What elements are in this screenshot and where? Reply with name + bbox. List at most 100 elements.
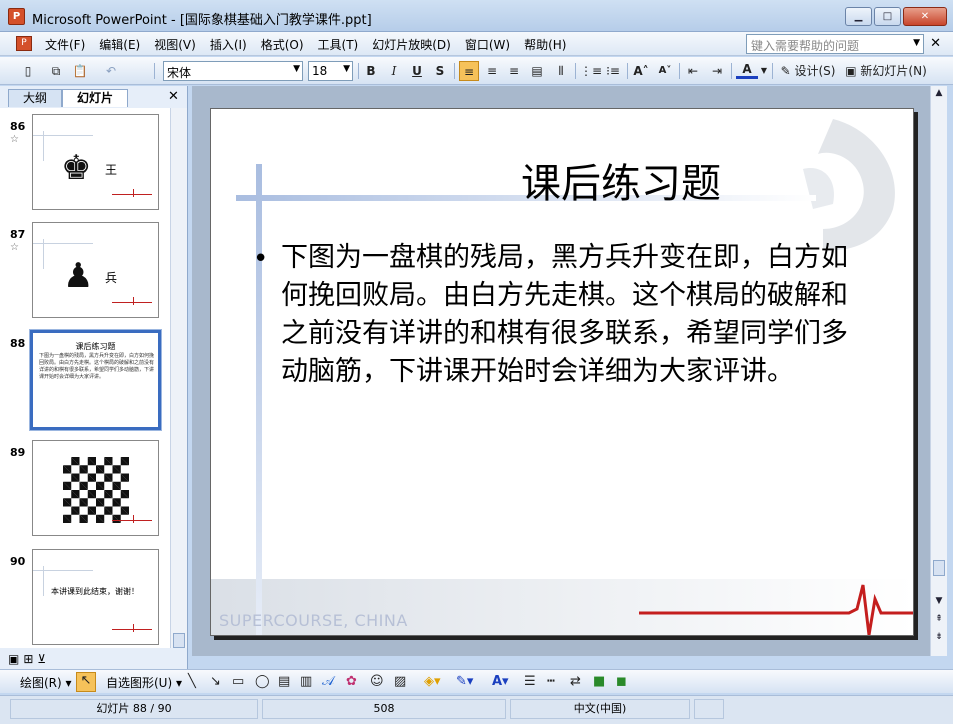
vertical-text-button[interactable]: ⫴ xyxy=(552,61,570,81)
slide-number: 87 xyxy=(10,228,26,241)
scroll-down-icon[interactable]: ▼ xyxy=(933,596,945,606)
menu-insert[interactable]: 插入(I) xyxy=(203,36,254,53)
tab-slides[interactable]: 幻灯片 xyxy=(62,89,129,107)
undo-icon[interactable]: ↶ xyxy=(103,61,119,81)
slides-pane: 大纲 幻灯片 ✕ 86 ☆ ♚ 王 87 ☆ ♟ 兵 88 课后练习题 下图为一… xyxy=(0,86,188,669)
close-button[interactable]: ✕ xyxy=(903,7,947,26)
chevron-down-icon[interactable]: ▼ xyxy=(913,38,920,48)
increase-indent-icon[interactable]: ⇥ xyxy=(708,61,726,81)
new-slide-button[interactable]: ▣ 新幻灯片(N) xyxy=(842,61,930,81)
wordart-icon[interactable]: 𝒜 xyxy=(322,674,334,689)
autoshapes-button[interactable]: 自选图形(U) ▾ xyxy=(106,674,182,691)
menu-tools[interactable]: 工具(T) xyxy=(311,36,366,53)
align-center-button[interactable]: ≡ xyxy=(483,61,501,81)
slide-number: 88 xyxy=(10,337,26,350)
menu-help[interactable]: 帮助(H) xyxy=(517,36,573,53)
slide-thumbnail-88[interactable]: 课后练习题 下图为一盘棋的残局，黑方兵升变在即，白方如何挽回败局。由白方先走棋。… xyxy=(29,329,162,431)
new-icon[interactable]: ▯ xyxy=(20,61,36,81)
vertical-textbox-icon[interactable]: ▥ xyxy=(300,674,312,689)
powerpoint-icon[interactable]: P xyxy=(8,8,25,25)
textbox-icon[interactable]: ▤ xyxy=(278,674,290,689)
slide-position-status: 幻灯片 88 / 90 xyxy=(10,699,258,719)
scroll-thumb[interactable] xyxy=(173,633,185,648)
status-spacer xyxy=(694,699,724,719)
minimize-button[interactable]: ▁ xyxy=(845,7,872,26)
document-icon[interactable]: P xyxy=(16,36,32,51)
slide-mini-title: 课后练习题 xyxy=(75,342,116,351)
slide-thumbnail-87[interactable]: ♟ 兵 xyxy=(32,222,159,318)
decrease-indent-icon[interactable]: ⇤ xyxy=(684,61,702,81)
diagram-icon[interactable]: ✿ xyxy=(346,674,357,689)
slideshow-view-icon[interactable]: ⊻ xyxy=(37,652,46,666)
draw-menu-button[interactable]: 绘图(R) ▾ xyxy=(20,674,72,691)
tab-outline[interactable]: 大纲 xyxy=(8,89,63,107)
menu-format[interactable]: 格式(O) xyxy=(254,36,311,53)
thumbnail-scrollbar[interactable] xyxy=(170,108,187,648)
slide-label: 兵 xyxy=(105,271,118,285)
line-color-icon[interactable]: ✎▾ xyxy=(456,674,473,689)
line-style-icon[interactable]: ☰ xyxy=(524,674,536,689)
paste-icon[interactable]: 📋 xyxy=(72,61,88,81)
dash-style-icon[interactable]: ┅ xyxy=(547,674,555,689)
font-color-icon[interactable]: A▾ xyxy=(492,674,509,689)
slide-canvas[interactable]: 课后练习题 • 下图为一盘棋的残局，黑方兵升变在即，白方如何挽回败局。由白方先走… xyxy=(210,108,914,636)
menu-file[interactable]: 文件(F) xyxy=(38,36,92,53)
increase-font-icon[interactable]: A˄ xyxy=(632,61,650,81)
align-right-button[interactable]: ≡ xyxy=(505,61,523,81)
scroll-thumb[interactable] xyxy=(933,560,945,576)
font-size-select[interactable]: 18 ▼ xyxy=(308,61,353,81)
heartbeat-line-icon xyxy=(639,584,913,635)
select-pointer-icon[interactable]: ↖ xyxy=(76,672,96,692)
copy-icon[interactable]: ⧉ xyxy=(48,61,64,81)
slide-thumbnail-89[interactable] xyxy=(32,440,159,536)
font-size: 18 xyxy=(312,64,328,78)
close-document-icon[interactable]: ✕ xyxy=(930,36,941,51)
normal-view-icon[interactable]: ▣ xyxy=(8,652,19,666)
line-icon[interactable]: ╲ xyxy=(188,674,196,689)
italic-button[interactable]: I xyxy=(386,61,402,81)
font-family-select[interactable]: 宋体 ▼ xyxy=(163,61,303,81)
menu-view[interactable]: 视图(V) xyxy=(147,36,203,53)
bold-button[interactable]: B xyxy=(363,61,379,81)
maximize-button[interactable]: □ xyxy=(874,7,901,26)
shadow-button[interactable]: S xyxy=(432,61,448,81)
fill-color-icon[interactable]: ◈▾ xyxy=(424,674,441,689)
oval-icon[interactable]: ◯ xyxy=(255,674,270,689)
font-color-icon[interactable]: A xyxy=(736,61,758,79)
slide-number: 90 xyxy=(10,555,26,568)
help-search-input[interactable]: 键入需要帮助的问题 ▼ xyxy=(746,34,924,54)
scroll-up-icon[interactable]: ▲ xyxy=(933,88,945,98)
previous-slide-icon[interactable]: ⇞ xyxy=(933,614,945,624)
arrow-icon[interactable]: ↘ xyxy=(210,674,221,689)
align-justify-button[interactable]: ▤ xyxy=(528,61,546,81)
slide-thumbnails: 86 ☆ ♚ 王 87 ☆ ♟ 兵 88 课后练习题 下图为一盘棋的残局，黑方兵… xyxy=(0,108,170,648)
menu-slideshow[interactable]: 幻灯片放映(D) xyxy=(365,36,458,53)
menu-window[interactable]: 窗口(W) xyxy=(458,36,517,53)
slide-scrollbar[interactable]: ▲ ▼ ⇞ ⇟ xyxy=(930,86,947,656)
bullets-icon[interactable]: ⁝≡ xyxy=(604,61,622,81)
slide-thumbnail-86[interactable]: ♚ 王 xyxy=(32,114,159,210)
align-left-button[interactable]: ≡ xyxy=(459,61,479,81)
slide-body-text[interactable]: 下图为一盘棋的残局，黑方兵升变在即，白方如何挽回败局。由白方先走棋。这个棋局的破… xyxy=(281,239,851,391)
design-button[interactable]: ✎ 设计(S) xyxy=(778,61,838,81)
close-icon[interactable]: ✕ xyxy=(168,89,179,104)
animation-star-icon: ☆ xyxy=(10,242,19,253)
arrow-style-icon[interactable]: ⇄ xyxy=(570,674,581,689)
underline-button[interactable]: U xyxy=(409,61,425,81)
sorter-view-icon[interactable]: ⊞ xyxy=(23,652,33,666)
rectangle-icon[interactable]: ▭ xyxy=(232,674,244,689)
3d-style-icon[interactable]: ◼ xyxy=(616,674,627,689)
slide-thumbnail-90[interactable]: 本讲课到此结束，谢谢！ xyxy=(32,549,159,645)
decrease-font-icon[interactable]: A˅ xyxy=(656,61,674,81)
menu-edit[interactable]: 编辑(E) xyxy=(92,36,147,53)
chevron-down-icon: ▼ xyxy=(343,64,350,74)
shadow-style-icon[interactable]: ■ xyxy=(593,674,605,689)
chevron-down-icon[interactable]: ▼ xyxy=(760,61,768,81)
slide-title[interactable]: 课后练习题 xyxy=(441,151,801,209)
picture-icon[interactable]: ▨ xyxy=(394,674,406,689)
numbering-icon[interactable]: ⋮≡ xyxy=(580,61,602,81)
formatting-toolbar: ▯ ⧉ 📋 ↶ 宋体 ▼ 18 ▼ B I U S ≡ ≡ ≡ ▤ ⫴ ⋮≡ ⁝… xyxy=(0,57,953,85)
next-slide-icon[interactable]: ⇟ xyxy=(933,632,945,642)
menu-bar: P 文件(F) 编辑(E) 视图(V) 插入(I) 格式(O) 工具(T) 幻灯… xyxy=(0,32,953,56)
clipart-icon[interactable]: ☺ xyxy=(370,674,384,689)
